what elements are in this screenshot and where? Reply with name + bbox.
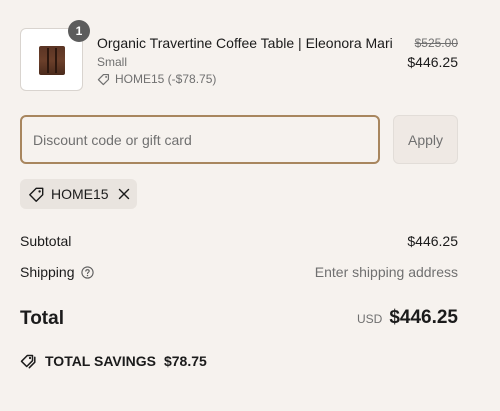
subtotal-value: $446.25 bbox=[407, 233, 458, 249]
product-title: Organic Travertine Coffee Table | Eleono… bbox=[97, 35, 393, 51]
shipping-label: Shipping bbox=[20, 264, 75, 280]
compare-at-price: $525.00 bbox=[414, 36, 458, 50]
help-circle-icon[interactable] bbox=[80, 265, 94, 279]
subtotal-label: Subtotal bbox=[20, 233, 72, 249]
savings-tag-icon bbox=[20, 354, 36, 369]
currency-code: USD bbox=[356, 312, 383, 326]
total-savings-label: TOTAL SAVINGS bbox=[45, 353, 156, 369]
tag-icon bbox=[28, 186, 45, 203]
remove-discount-close-icon[interactable] bbox=[118, 188, 130, 200]
total-amount: $446.25 bbox=[389, 307, 458, 328]
line-item-discount-label: HOME15 (-$78.75) bbox=[115, 72, 217, 86]
applied-discount-chip: HOME15 bbox=[20, 179, 137, 209]
line-item-discount: HOME15 (-$78.75) bbox=[97, 72, 216, 86]
total-label: Total bbox=[20, 308, 64, 329]
product-image bbox=[39, 46, 65, 75]
shipping-value: Enter shipping address bbox=[314, 264, 458, 280]
apply-button[interactable]: Apply bbox=[393, 115, 458, 164]
tag-icon bbox=[97, 73, 110, 85]
product-variant: Small bbox=[97, 55, 128, 69]
discount-code-input[interactable] bbox=[20, 115, 380, 164]
total-price: USD $446.25 bbox=[357, 307, 458, 329]
line-item-price: $446.25 bbox=[407, 54, 458, 70]
quantity-badge: 1 bbox=[68, 20, 90, 42]
total-savings: TOTAL SAVINGS $78.75 bbox=[20, 353, 207, 369]
applied-discount-code: HOME15 bbox=[51, 186, 109, 202]
shipping-row-label: Shipping bbox=[20, 264, 94, 280]
line-item: 1 Organic Travertine Coffee Table | Eleo… bbox=[20, 20, 458, 92]
total-savings-amount: $78.75 bbox=[163, 353, 207, 369]
